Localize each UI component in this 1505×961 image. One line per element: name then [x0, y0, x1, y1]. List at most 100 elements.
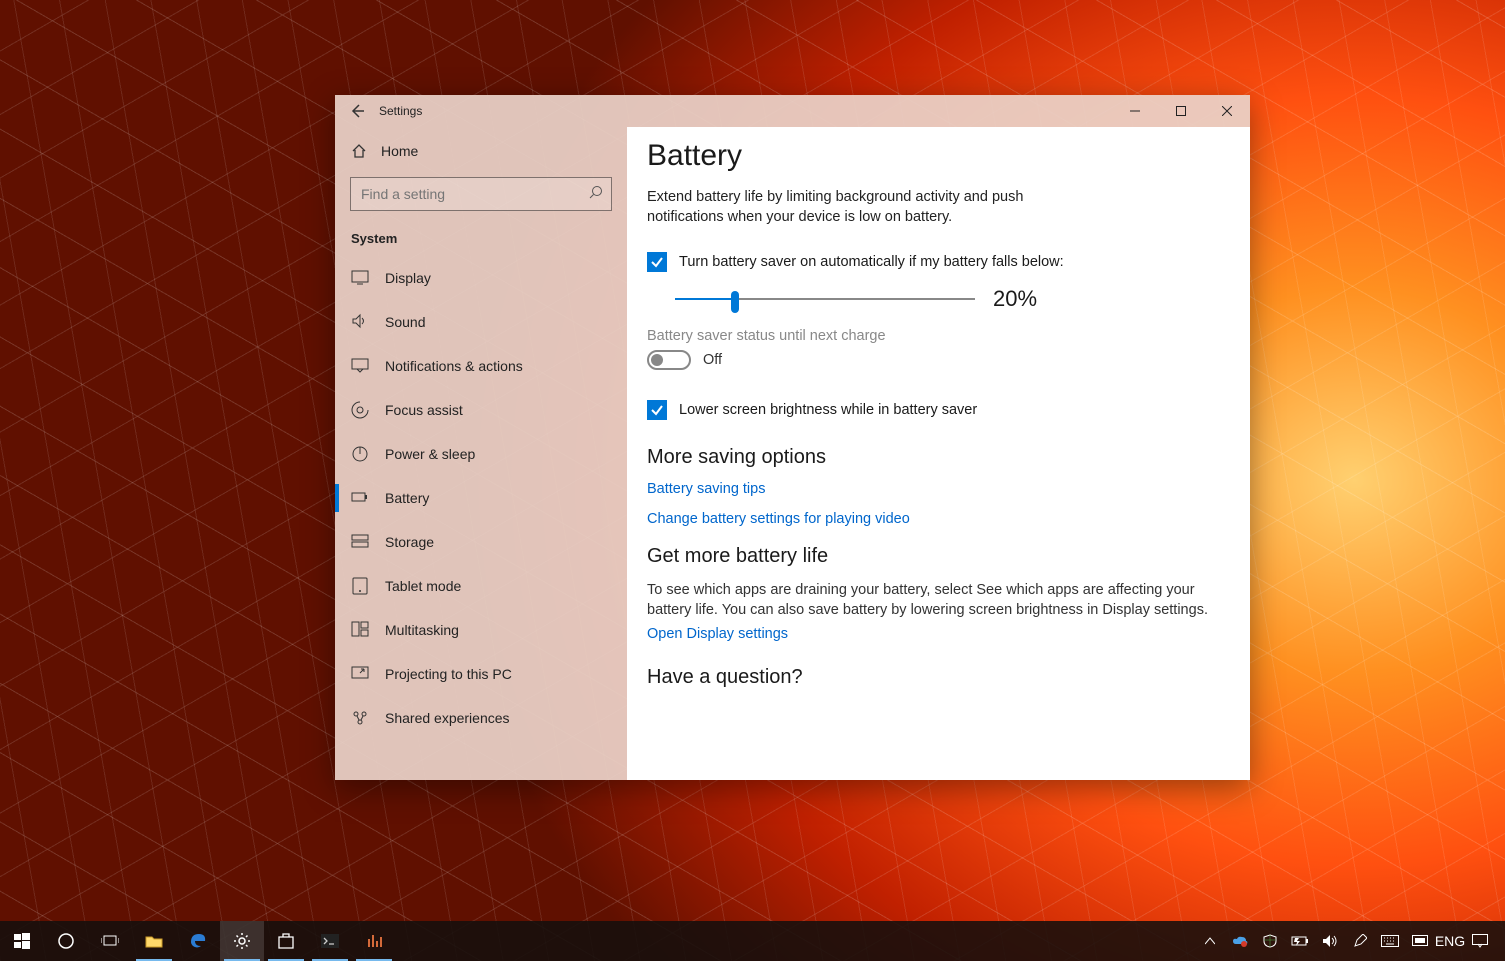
taskbar[interactable]: ENG — [0, 921, 1505, 961]
action-center-button[interactable] — [1465, 921, 1495, 961]
cloud-sync-icon — [1232, 935, 1248, 947]
tray-security-icon[interactable] — [1255, 921, 1285, 961]
back-arrow-icon — [349, 103, 365, 119]
terminal-icon — [321, 934, 339, 948]
minimize-icon — [1130, 106, 1140, 116]
tray-overflow-button[interactable] — [1195, 921, 1225, 961]
toggle-state: Off — [703, 352, 722, 368]
chevron-up-icon — [1205, 937, 1215, 945]
sidebar-item-label: Storage — [385, 534, 434, 550]
display-icon — [351, 269, 369, 287]
sidebar-item-sound[interactable]: Sound — [335, 300, 627, 344]
video-settings-link[interactable]: Change battery settings for playing vide… — [647, 511, 1220, 527]
system-tray: ENG — [1195, 921, 1505, 961]
cortana-button[interactable] — [44, 921, 88, 961]
terminal-taskbar-button[interactable] — [308, 921, 352, 961]
shield-icon — [1263, 934, 1277, 948]
pen-icon — [1353, 934, 1367, 948]
sidebar-item-label: Focus assist — [385, 402, 463, 418]
bars-icon — [366, 933, 382, 949]
minimize-button[interactable] — [1112, 95, 1158, 127]
notifications-icon — [351, 357, 369, 375]
sidebar-item-label: Battery — [385, 490, 429, 506]
language-indicator[interactable]: ENG — [1435, 921, 1465, 961]
sidebar-item-label: Projecting to this PC — [385, 666, 512, 682]
content-area[interactable]: Battery Extend battery life by limiting … — [627, 127, 1250, 780]
sidebar-item-shared[interactable]: Shared experiences — [335, 696, 627, 740]
explorer-taskbar-button[interactable] — [132, 921, 176, 961]
tray-power-icon[interactable] — [1285, 921, 1315, 961]
status-label: Battery saver status until next charge — [647, 328, 1220, 344]
multitasking-icon — [351, 621, 369, 639]
sidebar-item-label: Sound — [385, 314, 425, 330]
store-taskbar-button[interactable] — [264, 921, 308, 961]
auto-saver-label: Turn battery saver on automatically if m… — [679, 254, 1064, 270]
brightness-label: Lower screen brightness while in battery… — [679, 402, 977, 418]
tray-keyboard-icon[interactable] — [1375, 921, 1405, 961]
sidebar-item-label: Multitasking — [385, 622, 459, 638]
sidebar-item-battery[interactable]: Battery — [335, 476, 627, 520]
show-desktop-button[interactable] — [1495, 921, 1501, 961]
back-button[interactable] — [335, 95, 379, 127]
page-description: Extend battery life by limiting backgrou… — [647, 187, 1047, 228]
slider-value: 20% — [993, 286, 1037, 312]
folder-icon — [145, 934, 163, 948]
speaker-icon — [1322, 934, 1338, 948]
battery-tips-link[interactable]: Battery saving tips — [647, 481, 1220, 497]
store-icon — [277, 933, 295, 949]
display-settings-link[interactable]: Open Display settings — [647, 626, 1220, 642]
battery-icon — [1291, 935, 1309, 947]
windows-icon — [14, 933, 30, 949]
taskview-button[interactable] — [88, 921, 132, 961]
home-label: Home — [381, 143, 418, 159]
desktop-wallpaper: Settings Home Syste — [0, 0, 1505, 961]
sidebar-item-power[interactable]: Power & sleep — [335, 432, 627, 476]
focus-icon — [351, 401, 369, 419]
get-more-text: To see which apps are draining your batt… — [647, 580, 1220, 621]
maximize-button[interactable] — [1158, 95, 1204, 127]
window-title: Settings — [379, 104, 422, 118]
sidebar-item-multitasking[interactable]: Multitasking — [335, 608, 627, 652]
start-button[interactable] — [0, 921, 44, 961]
tray-volume-icon[interactable] — [1315, 921, 1345, 961]
get-more-title: Get more battery life — [647, 545, 1220, 568]
titlebar[interactable]: Settings — [335, 95, 1250, 127]
sidebar-item-display[interactable]: Display — [335, 256, 627, 300]
home-link[interactable]: Home — [335, 131, 627, 171]
auto-saver-checkbox[interactable] — [647, 252, 667, 272]
sidebar-item-label: Tablet mode — [385, 578, 461, 594]
close-button[interactable] — [1204, 95, 1250, 127]
sidebar-item-storage[interactable]: Storage — [335, 520, 627, 564]
app-taskbar-button[interactable] — [352, 921, 396, 961]
power-icon — [351, 445, 369, 463]
shared-icon — [351, 709, 369, 727]
sidebar: Home System DisplaySoundNotifications & … — [335, 127, 627, 780]
edge-icon — [189, 932, 207, 950]
nav-list[interactable]: Display Sound Notifications & actions Focus… — [335, 256, 627, 780]
battery-icon — [351, 489, 369, 507]
threshold-slider[interactable] — [675, 289, 975, 309]
notification-icon — [1472, 934, 1488, 948]
edge-taskbar-button[interactable] — [176, 921, 220, 961]
question-title: Have a question? — [647, 666, 1220, 689]
storage-icon — [351, 533, 369, 551]
brightness-checkbox[interactable] — [647, 400, 667, 420]
sidebar-item-focus[interactable]: Focus assist — [335, 388, 627, 432]
tray-onedrive-icon[interactable] — [1225, 921, 1255, 961]
maximize-icon — [1176, 106, 1186, 116]
check-icon — [650, 255, 664, 269]
sidebar-item-label: Power & sleep — [385, 446, 475, 462]
status-toggle[interactable] — [647, 350, 691, 370]
sidebar-item-notifications[interactable]: Notifications & actions — [335, 344, 627, 388]
search-input[interactable] — [350, 177, 612, 211]
tray-pen-icon[interactable] — [1345, 921, 1375, 961]
sidebar-item-tablet[interactable]: Tablet mode — [335, 564, 627, 608]
page-title: Battery — [647, 139, 1220, 173]
sidebar-item-projecting[interactable]: Projecting to this PC — [335, 652, 627, 696]
sidebar-item-label: Display — [385, 270, 431, 286]
tablet-icon — [351, 577, 369, 595]
settings-taskbar-button[interactable] — [220, 921, 264, 961]
tray-project-icon[interactable] — [1405, 921, 1435, 961]
settings-window: Settings Home Syste — [335, 95, 1250, 780]
slider-thumb[interactable] — [731, 291, 739, 313]
